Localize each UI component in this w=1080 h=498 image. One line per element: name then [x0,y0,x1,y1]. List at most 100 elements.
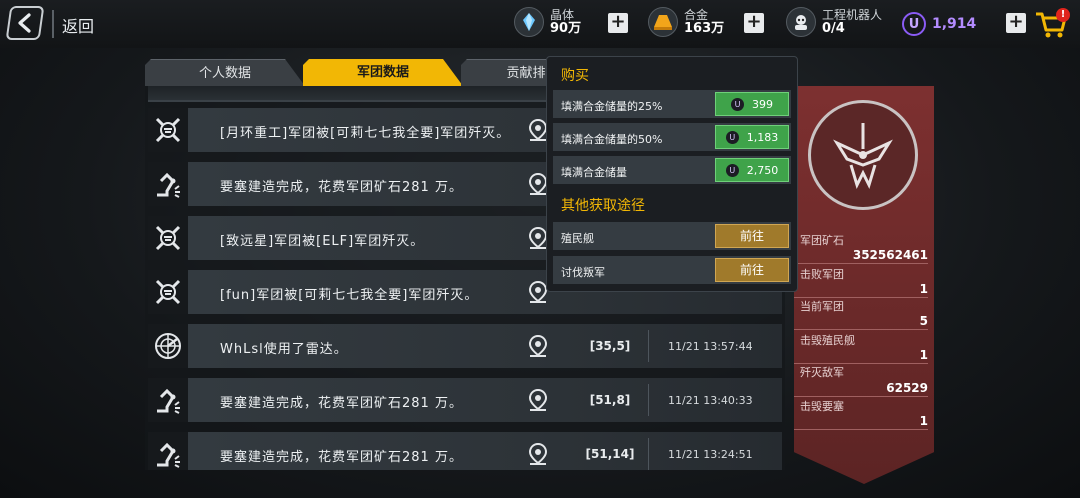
crossed-swords-icon [148,216,188,260]
cart-badge: ! [1056,8,1070,22]
divider [794,429,928,430]
buy-price: 2,750 [746,163,779,177]
list-item: 要塞建造完成，花费军团矿石281 万。 [51,8] 11/21 13:40:3… [148,378,782,422]
alloy-icon [648,7,678,37]
buy-option-label: 填满合金储量的25% [561,100,663,113]
alloy-value: 163万 [684,21,725,36]
buy-50-button[interactable]: U 1,183 [715,125,789,149]
stat-label: 军团矿石 [800,234,844,247]
stat-value: 352562461 [852,248,928,262]
location-pin-icon[interactable] [528,281,548,303]
robot-icon [786,7,816,37]
tab-legion-data[interactable]: 军团数据 [303,59,463,86]
event-coordinates[interactable]: [35,5] [580,339,640,353]
resource-alloy: 合金 163万 [648,7,724,37]
buy-price: 399 [752,97,773,111]
add-premium-button[interactable]: + [1006,13,1026,33]
event-message: 要塞建造完成，花费军团矿石281 万。 [220,396,463,411]
source-option-row: 讨伐叛军 前往 [553,256,791,284]
stat-value: 1 [919,348,928,362]
divider [794,396,928,397]
event-message: WhLsl使用了雷达。 [220,342,348,357]
event-time: 11/21 13:57:44 [668,340,753,353]
event-message: [fun]军团被[可莉七七我全要]军团歼灭。 [220,288,479,303]
premium-value: 1,914 [932,16,977,32]
buy-option-label: 填满合金储量的50% [561,133,663,146]
robot-value: 0/4 [822,21,845,36]
buy-option-row: 填满合金储量的25% U 399 [553,90,791,118]
crystal-name: 晶体 [550,8,575,22]
resource-crystal: 晶体 90万 [514,7,581,37]
add-alloy-button[interactable]: + [744,13,764,33]
premium-coin-icon: U [902,12,926,36]
alloy-name: 合金 [684,8,709,22]
add-crystal-button[interactable]: + [608,13,628,33]
source-option-label: 殖民舰 [561,232,594,245]
list-item: 要塞建造完成，花费军团矿石281 万。 [51,14] 11/21 13:24:… [148,432,782,470]
stat-value: 5 [919,314,928,328]
divider [648,384,649,416]
divider [794,329,928,330]
alloy-purchase-popup: 购买 填满合金储量的25% U 399 填满合金储量的50% U 1,183 填… [546,56,798,292]
goto-rebels-button[interactable]: 前往 [715,258,789,282]
location-pin-icon[interactable] [528,335,548,357]
radar-icon [148,324,188,368]
crossed-swords-icon [148,270,188,314]
other-sources-title: 其他获取途径 [561,198,645,214]
chevron-left-icon [18,13,31,33]
legion-stats-panel: 军团矿石 352562461 击败军团 1 当前军团 5 击毁殖民舰 1 歼灭敌… [794,86,934,484]
buy-price: 1,183 [746,130,779,144]
event-message: [月环重工]军团被[可莉七七我全要]军团歼灭。 [220,126,511,141]
shop-cart-button[interactable]: ! [1034,8,1070,40]
location-pin-icon[interactable] [528,389,548,411]
back-button[interactable] [5,6,45,40]
tab-personal-data[interactable]: 个人数据 [145,59,305,86]
buy-option-row: 填满合金储量的50% U 1,183 [553,123,791,151]
source-option-label: 讨伐叛军 [561,266,605,279]
divider [52,10,54,38]
stat-value: 62529 [886,381,928,395]
event-message: 要塞建造完成，花费军团矿石281 万。 [220,450,463,465]
robot-arm-icon [148,378,188,422]
top-bar: 返回 晶体 90万 + 合金 163万 + 工程机器人 0/4 U 1,914 … [0,0,1080,48]
premium-currency: U 1,914 [902,12,976,36]
crystal-icon [514,7,544,37]
divider [648,330,649,362]
stat-value: 1 [919,282,928,296]
premium-coin-icon: U [725,163,739,177]
list-item: WhLsl使用了雷达。 [35,5] 11/21 13:57:44 [148,324,782,368]
resource-robot: 工程机器人 0/4 [786,7,882,37]
location-pin-icon[interactable] [528,119,548,141]
event-message: 要塞建造完成，花费军团矿石281 万。 [220,180,463,195]
stat-label: 当前军团 [800,300,844,313]
robot-name: 工程机器人 [822,8,883,22]
event-time: 11/21 13:24:51 [668,448,753,461]
back-label[interactable]: 返回 [62,13,94,37]
source-option-row: 殖民舰 前往 [553,222,791,250]
divider [648,438,649,470]
premium-coin-icon: U [731,97,744,111]
stat-label: 击败军团 [800,268,844,281]
legion-emblem-icon [808,100,918,210]
buy-full-button[interactable]: U 2,750 [715,158,789,182]
event-coordinates[interactable]: [51,8] [580,393,640,407]
stat-value: 1 [919,414,928,428]
crystal-value: 90万 [550,21,582,36]
divider [794,263,928,264]
buy-option-label: 填满合金储量 [561,166,627,179]
buy-25-button[interactable]: U 399 [715,92,789,116]
location-pin-icon[interactable] [528,173,548,195]
event-message: [致远星]军团被[ELF]军团歼灭。 [220,234,425,249]
location-pin-icon[interactable] [528,443,548,465]
buy-option-row: 填满合金储量 U 2,750 [553,156,791,184]
goto-colony-ship-button[interactable]: 前往 [715,224,789,248]
stat-label: 歼灭敌军 [800,366,844,379]
location-pin-icon[interactable] [528,227,548,249]
buy-title: 购买 [561,68,589,84]
robot-arm-icon [148,432,188,470]
premium-coin-icon: U [725,130,739,144]
stat-label: 击毁殖民舰 [800,334,855,347]
event-coordinates[interactable]: [51,14] [580,447,640,461]
event-time: 11/21 13:40:33 [668,394,753,407]
stat-label: 击毁要塞 [800,400,844,413]
